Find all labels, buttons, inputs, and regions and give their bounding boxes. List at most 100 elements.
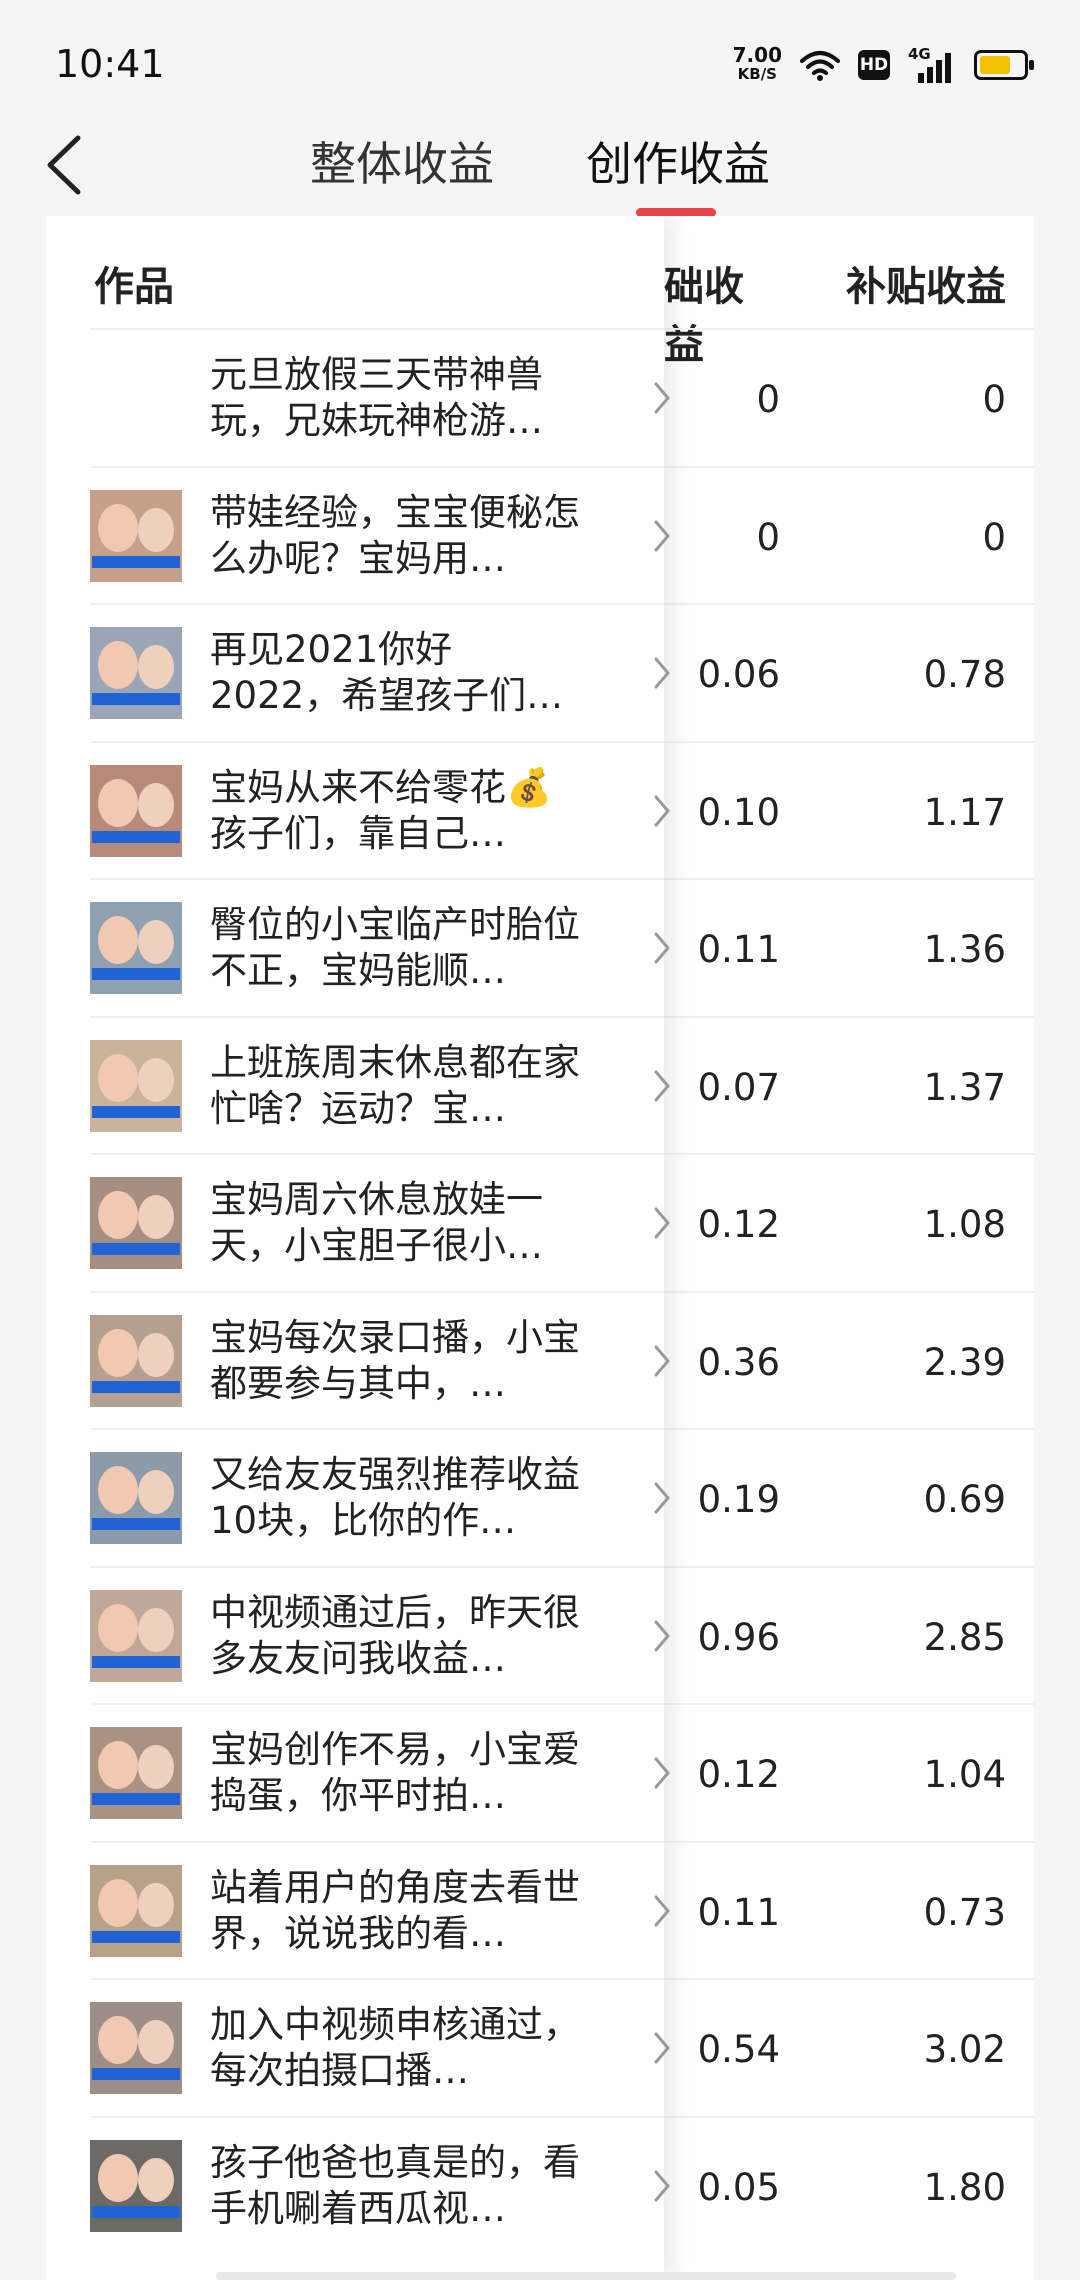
wifi-icon — [800, 51, 840, 81]
chevron-right-icon[interactable] — [652, 1205, 672, 1245]
video-thumbnail — [90, 1040, 182, 1132]
base-earnings-value: 0.05 — [697, 2166, 780, 2209]
video-thumbnail — [90, 1315, 182, 1407]
work-title: 又给友友强烈推荐收益10块，比你的作… — [210, 1453, 580, 1542]
earnings-row: 00 — [664, 466, 1034, 605]
chevron-right-icon[interactable] — [652, 793, 672, 833]
base-earnings-value: 0 — [756, 378, 780, 421]
work-row[interactable]: 宝妈从来不给零花💰孩子们，靠自己… — [90, 741, 670, 880]
chevron-right-icon[interactable] — [652, 1893, 672, 1933]
work-row[interactable]: 中视频通过后，昨天很多友友问我收益… — [90, 1566, 670, 1705]
work-row[interactable]: 加入中视频申核通过，每次拍摄口播… — [90, 1978, 670, 2117]
base-earnings-value: 0.19 — [697, 1478, 780, 1521]
work-row[interactable]: 宝妈每次录口播，小宝都要参与其中，… — [90, 1291, 670, 1430]
work-title: 元旦放假三天带神兽玩，兄妹玩神枪游… — [210, 353, 543, 442]
earnings-columns: 础收益 补贴收益 0 0 0 0 0.06 0.78 0.10 1.17 0.11 1.36 0.0… — [664, 216, 1034, 2280]
work-title: 臀位的小宝临产时胎位不正，宝妈能顺… — [210, 903, 580, 992]
chevron-right-icon[interactable] — [652, 380, 672, 420]
subsidy-earnings-value: 0 — [982, 378, 1006, 421]
subsidy-earnings-value: 1.04 — [923, 1753, 1006, 1796]
works-column: 作品 元旦放假三天带神兽玩，兄妹玩神枪游… 带娃经验，宝宝便秘怎么办呢？宝妈用… 再… — [46, 216, 670, 2280]
hd-icon: HD — [858, 50, 890, 80]
work-title: 中视频通过后，昨天很多友友问我收益… — [210, 1591, 580, 1680]
chevron-right-icon[interactable] — [652, 518, 672, 558]
earnings-row: 0.96 2.85 — [664, 1566, 1034, 1705]
base-earnings-value: 0.10 — [697, 791, 780, 834]
base-earnings-value: 0.11 — [697, 928, 780, 971]
work-title: 带娃经验，宝宝便秘怎么办呢？宝妈用… — [210, 491, 580, 580]
earnings-row: 0.06 0.78 — [664, 603, 1034, 742]
chevron-right-icon[interactable] — [652, 655, 672, 695]
chevron-right-icon[interactable] — [652, 1068, 672, 1108]
video-thumbnail — [90, 1177, 182, 1269]
work-title: 再见2021你好2022，希望孩子们… — [210, 628, 564, 717]
earnings-row: 0.12 1.08 — [664, 1153, 1034, 1292]
earnings-row: 0.07 1.37 — [664, 1016, 1034, 1155]
work-title: 宝妈每次录口播，小宝都要参与其中，… — [210, 1316, 580, 1405]
video-thumbnail — [90, 490, 182, 582]
subsidy-earnings-value: 0.69 — [923, 1478, 1006, 1521]
work-row[interactable]: 上班族周末休息都在家忙啥？运动？宝… — [90, 1016, 670, 1155]
chevron-right-icon[interactable] — [652, 1618, 672, 1658]
header: 整体收益 创作收益 — [0, 110, 1080, 220]
tab-overall-earnings[interactable]: 整体收益 — [310, 128, 494, 194]
battery-icon — [974, 50, 1034, 80]
earnings-row: 0.54 3.02 — [664, 1978, 1034, 2117]
column-header-subsidy-earnings: 补贴收益 — [846, 264, 1006, 310]
earnings-row: 0.12 1.04 — [664, 1703, 1034, 1842]
subsidy-earnings-value: 0 — [982, 516, 1006, 559]
work-title: 宝妈创作不易，小宝爱捣蛋，你平时拍… — [210, 1728, 580, 1817]
subsidy-earnings-value: 1.08 — [923, 1203, 1006, 1246]
work-title: 加入中视频申核通过，每次拍摄口播… — [210, 2003, 580, 2092]
work-row[interactable]: 孩子他爸也真是的，看手机唰着西瓜视… — [90, 2116, 670, 2255]
earnings-row: 0.36 2.39 — [664, 1291, 1034, 1430]
work-row[interactable]: 站着用户的角度去看世界，说说我的看… — [90, 1841, 670, 1980]
work-title: 宝妈周六休息放娃一天，小宝胆子很小… — [210, 1178, 543, 1267]
subsidy-earnings-value: 0.78 — [923, 653, 1006, 696]
subsidy-earnings-value: 0.73 — [923, 1891, 1006, 1934]
subsidy-earnings-value: 3.02 — [923, 2028, 1006, 2071]
work-row[interactable]: 宝妈周六休息放娃一天，小宝胆子很小… — [90, 1153, 670, 1292]
base-earnings-value: 0.96 — [697, 1616, 780, 1659]
horizontal-scrollbar[interactable] — [216, 2272, 956, 2280]
chevron-right-icon[interactable] — [652, 2168, 672, 2208]
column-header-works: 作品 — [94, 264, 174, 310]
base-earnings-value: 0.36 — [697, 1341, 780, 1384]
base-earnings-value: 0.06 — [697, 653, 780, 696]
chevron-right-icon[interactable] — [652, 930, 672, 970]
work-row[interactable]: 带娃经验，宝宝便秘怎么办呢？宝妈用… — [90, 466, 670, 605]
base-earnings-value: 0.12 — [697, 1203, 780, 1246]
work-row[interactable]: 又给友友强烈推荐收益10块，比你的作… — [90, 1428, 670, 1567]
network-type: 4G — [908, 45, 931, 63]
work-row[interactable]: 元旦放假三天带神兽玩，兄妹玩神枪游… — [90, 328, 670, 467]
earnings-row: 0.11 0.73 — [664, 1841, 1034, 1980]
video-thumbnail — [90, 627, 182, 719]
earnings-row: 0.10 1.17 — [664, 741, 1034, 880]
network-speed-value: 7.00 — [732, 43, 782, 67]
back-icon[interactable] — [38, 130, 98, 200]
work-row[interactable]: 宝妈创作不易，小宝爱捣蛋，你平时拍… — [90, 1703, 670, 1842]
earnings-table[interactable]: 础收益 补贴收益 0 0 0 0 0.06 0.78 0.10 1.17 0.11 1.36 0.0… — [46, 216, 1034, 2280]
chevron-right-icon[interactable] — [652, 1343, 672, 1383]
chevron-right-icon[interactable] — [652, 1755, 672, 1795]
video-thumbnail — [90, 1865, 182, 1957]
work-title: 上班族周末休息都在家忙啥？运动？宝… — [210, 1041, 580, 1130]
base-earnings-value: 0.54 — [697, 2028, 780, 2071]
video-thumbnail — [90, 1727, 182, 1819]
tab-creation-earnings[interactable]: 创作收益 — [586, 128, 770, 194]
work-row[interactable]: 臀位的小宝临产时胎位不正，宝妈能顺… — [90, 878, 670, 1017]
chevron-right-icon[interactable] — [652, 2030, 672, 2070]
video-thumbnail — [90, 2140, 182, 2232]
network-speed: 7.00 KB/S — [732, 43, 782, 84]
work-row[interactable]: 再见2021你好2022，希望孩子们… — [90, 603, 670, 742]
chevron-right-icon[interactable] — [652, 1480, 672, 1520]
status-icons: 7.00 KB/S HD 4G — [732, 40, 1034, 90]
video-thumbnail — [90, 2002, 182, 2094]
subsidy-earnings-value: 1.17 — [923, 791, 1006, 834]
subsidy-earnings-value: 1.80 — [923, 2166, 1006, 2209]
subsidy-earnings-value: 1.36 — [923, 928, 1006, 971]
work-title: 站着用户的角度去看世界，说说我的看… — [210, 1866, 580, 1955]
signal-icon: 4G — [908, 45, 956, 83]
base-earnings-value: 0 — [756, 516, 780, 559]
earnings-row: 0.19 0.69 — [664, 1428, 1034, 1567]
